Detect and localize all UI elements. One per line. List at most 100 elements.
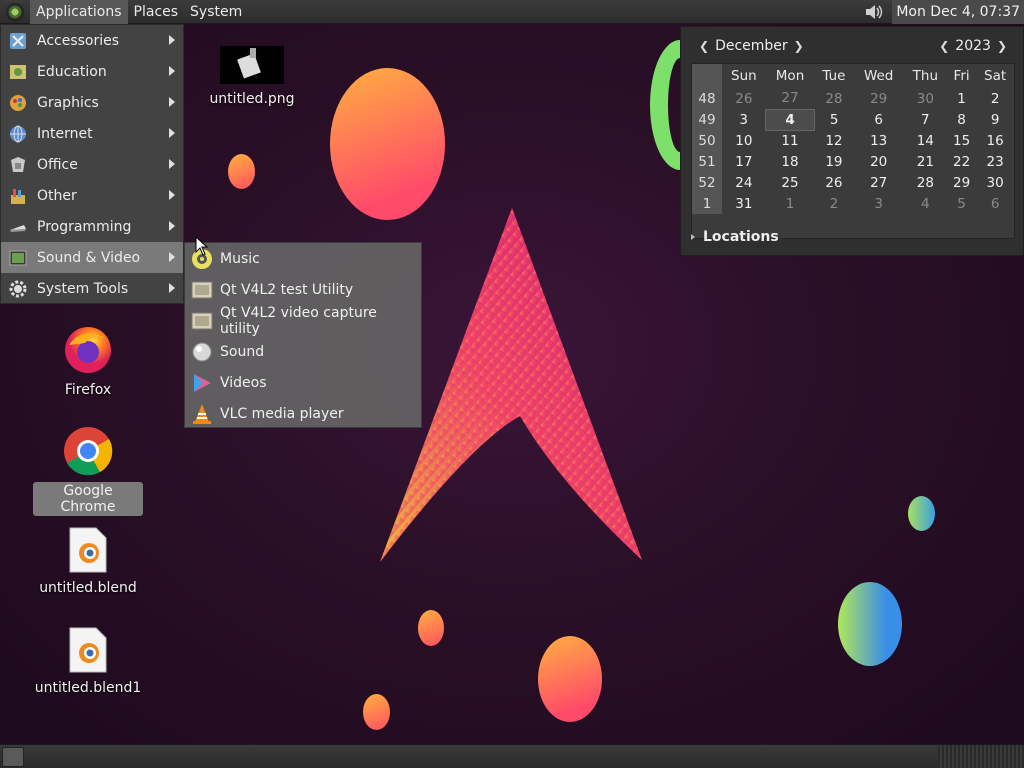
system-tools-icon [7,278,29,300]
calendar-day[interactable]: 11 [766,130,815,151]
submenu-item-music[interactable]: Music [185,243,421,274]
menu-item-accessories[interactable]: Accessories [1,25,183,56]
calendar-day[interactable]: 21 [904,151,947,172]
calendar-day[interactable]: 22 [947,151,976,172]
menu-item-label: Office [37,156,78,173]
expander-arrow-icon [691,234,695,240]
submenu-item-qt-v4l2-test[interactable]: Qt V4L2 test Utility [185,274,421,305]
next-year-icon[interactable]: ❯ [997,39,1007,53]
calendar-day[interactable]: 30 [976,172,1014,193]
calendar-day[interactable]: 5 [947,193,976,214]
calendar-day[interactable]: 29 [854,88,904,109]
weekday-header: Fri [953,68,970,84]
other-icon [7,185,29,207]
submenu-item-qt-v4l2-capture[interactable]: Qt V4L2 video capture utility [185,305,421,337]
calendar-day[interactable]: 14 [904,130,947,151]
applications-menu[interactable]: Applications [30,0,128,24]
calendar-day[interactable]: 12 [814,130,853,151]
calendar-day[interactable]: 4 [904,193,947,214]
calendar-day[interactable]: 20 [854,151,904,172]
calendar-day[interactable]: 24 [722,172,766,193]
calendar-day[interactable]: 6 [976,193,1014,214]
calendar-day[interactable]: 30 [904,88,947,109]
calendar-year: 2023 [955,38,991,54]
calendar-day[interactable]: 27 [766,88,815,109]
vlc-icon [191,403,213,425]
week-number: 52 [692,172,722,193]
submenu-arrow-icon [169,159,175,169]
weekday-header: Sat [984,68,1007,84]
desktop-icon-label: Firefox [64,382,112,398]
calendar-day-today[interactable]: 4 [765,108,815,131]
prev-month-icon[interactable]: ❮ [699,39,709,53]
system-menu[interactable]: System [184,0,248,24]
menu-item-label: Internet [37,125,93,142]
weekday-header: Wed [863,68,894,84]
calendar-day[interactable]: 2 [976,88,1014,109]
calendar-day[interactable]: 26 [814,172,853,193]
calendar-day[interactable]: 1 [947,88,976,109]
qt-v4l2-capture-icon [191,310,213,332]
calendar-day[interactable]: 16 [976,130,1014,151]
sound-video-icon [7,247,29,269]
weekday-header: Thu [912,68,939,84]
calendar-day[interactable]: 3 [722,109,766,130]
calendar-day[interactable]: 27 [854,172,904,193]
weekday-header: Tue [822,68,846,84]
calendar-day[interactable]: 8 [947,109,976,130]
menu-item-system-tools[interactable]: System Tools [1,273,183,304]
calendar-day[interactable]: 28 [904,172,947,193]
desktop-icon-untitled-blend[interactable]: untitled.blend [33,527,143,597]
desktop-icon-label: Google Chrome [33,482,143,516]
menu-item-graphics[interactable]: Graphics [1,87,183,118]
calendar-day[interactable]: 5 [814,109,853,130]
calendar-day[interactable]: 15 [947,130,976,151]
submenu-item-videos[interactable]: Videos [185,367,421,398]
menu-item-label: Sound & Video [37,249,141,266]
calendar-day[interactable]: 2 [814,193,853,214]
weekday-header: Mon [775,68,805,84]
volume-icon[interactable] [862,1,886,23]
calendar-day[interactable]: 17 [722,151,766,172]
next-month-icon[interactable]: ❯ [794,39,804,53]
menu-item-education[interactable]: Education [1,56,183,87]
menu-item-sound-video[interactable]: Sound & Video [1,242,183,273]
calendar-day[interactable]: 7 [904,109,947,130]
calendar-day[interactable]: 10 [722,130,766,151]
calendar-day[interactable]: 9 [976,109,1014,130]
sound-icon [191,341,213,363]
submenu-item-sound[interactable]: Sound [185,336,421,367]
week-number: 51 [692,151,722,172]
submenu-item-vlc[interactable]: VLC media player [185,398,421,429]
desktop-icon-untitled-png[interactable]: untitled.png [197,46,307,108]
desktop-icon-firefox[interactable]: Firefox [33,325,143,399]
calendar-day[interactable]: 29 [947,172,976,193]
menu-item-internet[interactable]: Internet [1,118,183,149]
clock[interactable]: Mon Dec 4, 07:37 [892,0,1024,24]
locations-expander[interactable]: Locations [691,229,779,245]
menu-item-office[interactable]: Office [1,149,183,180]
menu-item-other[interactable]: Other [1,180,183,211]
locations-label: Locations [703,229,779,245]
calendar-day[interactable]: 13 [854,130,904,151]
places-menu[interactable]: Places [128,0,185,24]
calendar-day[interactable]: 3 [854,193,904,214]
desktop-icon-untitled-blend1[interactable]: untitled.blend1 [33,627,143,697]
calendar-day[interactable]: 6 [854,109,904,130]
calendar-day[interactable]: 25 [766,172,815,193]
calendar-day[interactable]: 28 [814,88,853,109]
desktop-icon-label: untitled.blend [39,580,137,596]
calendar-day[interactable]: 26 [722,88,766,109]
workspace-switcher[interactable] [938,744,1024,768]
calendar-day[interactable]: 31 [722,193,766,214]
desktop-icon-google-chrome[interactable]: Google Chrome [33,426,143,516]
calendar-day[interactable]: 1 [766,193,815,214]
calendar-day[interactable]: 23 [976,151,1014,172]
calendar-day[interactable]: 18 [766,151,815,172]
calendar-day[interactable]: 19 [814,151,853,172]
weekday-header-row: Sun Mon Tue Wed Thu Fri Sat [692,64,1014,88]
show-desktop-button[interactable] [2,746,24,767]
menu-item-programming[interactable]: Programming [1,211,183,242]
prev-year-icon[interactable]: ❮ [939,39,949,53]
mate-logo-icon[interactable] [6,2,24,21]
